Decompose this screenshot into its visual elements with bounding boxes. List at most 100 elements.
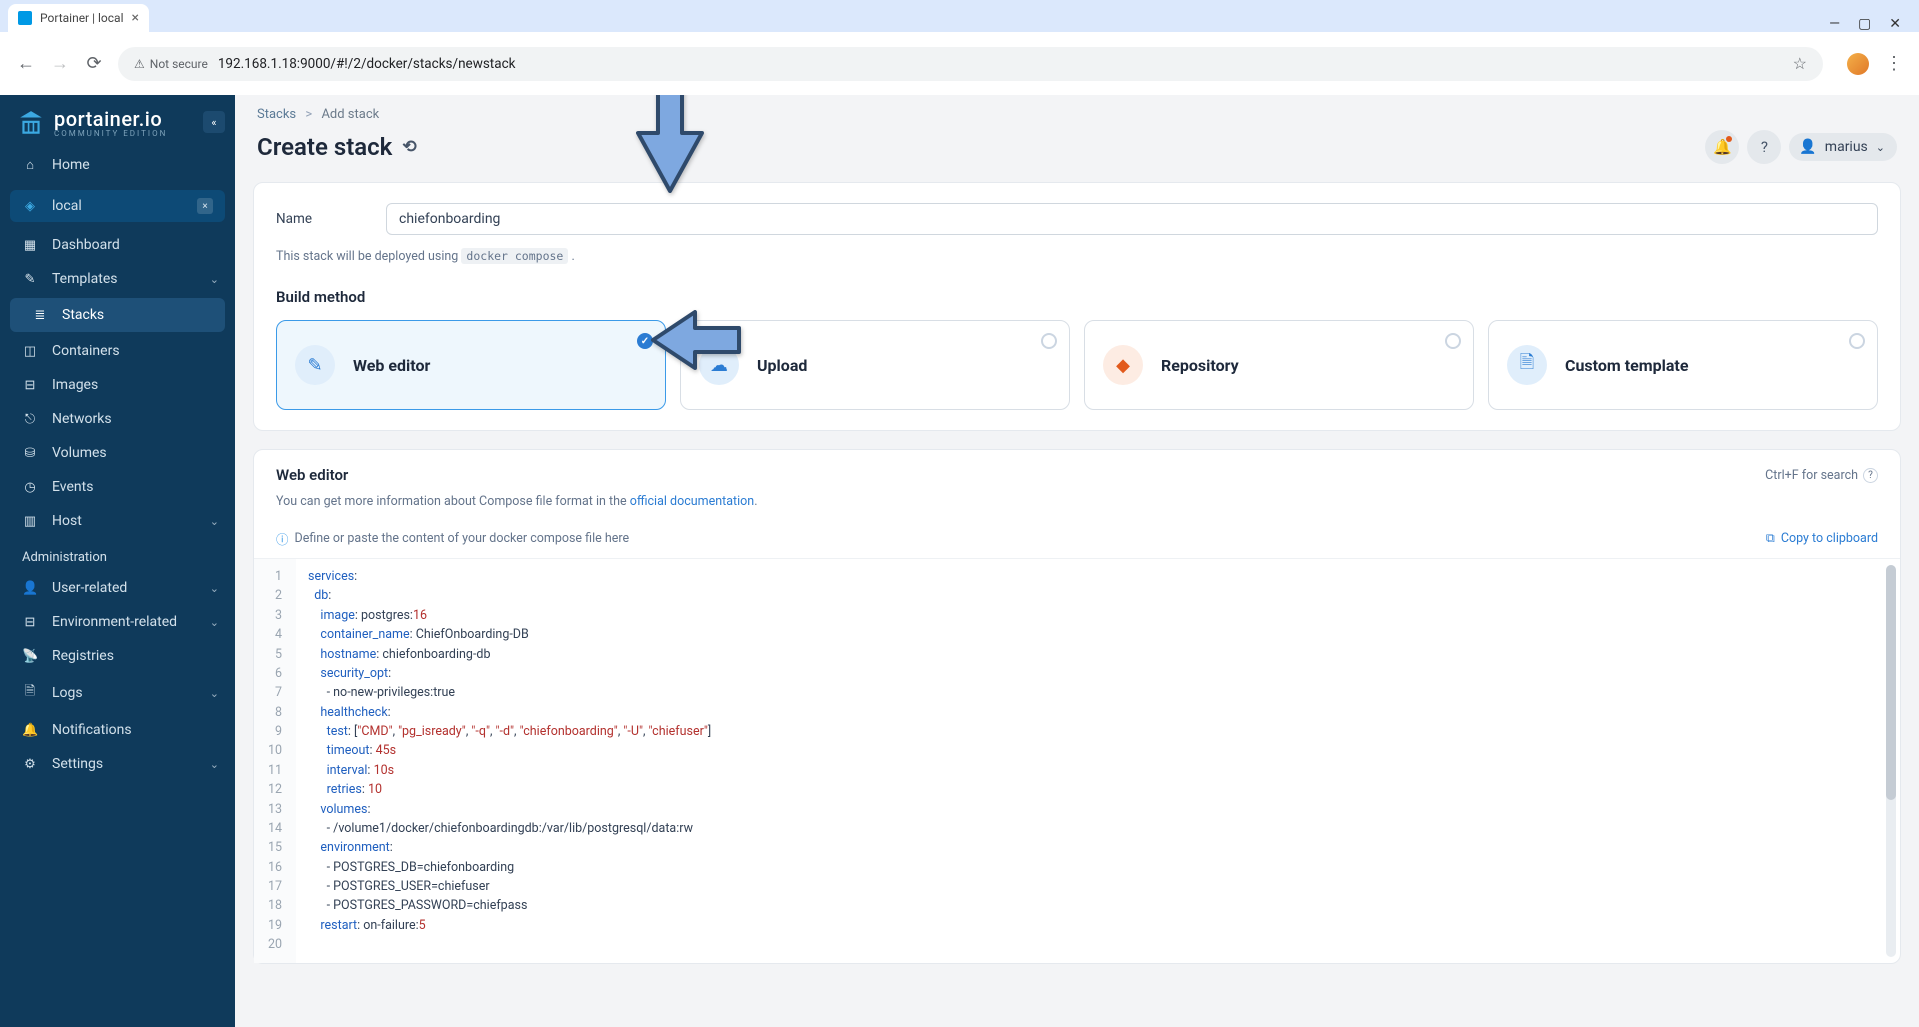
- build-method-grid: ✎ Web editor ☁ Upload ◆ Repository 🗎 Cus…: [276, 320, 1878, 410]
- copy-to-clipboard-button[interactable]: ⧉ Copy to clipboard: [1766, 531, 1878, 546]
- back-button[interactable]: ←: [16, 54, 36, 74]
- user-icon: 👤: [1799, 139, 1816, 155]
- box-icon: ◫: [22, 344, 38, 359]
- close-tab-icon[interactable]: ×: [132, 10, 139, 26]
- gear-icon: ⚙: [22, 757, 38, 772]
- database-icon: ⛁: [22, 446, 38, 461]
- sidebar-header: portainer.io COMMUNITY EDITION «: [0, 95, 235, 148]
- profile-avatar[interactable]: [1847, 53, 1869, 75]
- forward-button[interactable]: →: [50, 54, 70, 74]
- sidebar-item-user-related[interactable]: 👤User-related⌄: [0, 571, 235, 605]
- reload-button[interactable]: ⟳: [84, 54, 104, 74]
- file-icon: 🗎: [22, 682, 38, 704]
- sidebar-item-settings[interactable]: ⚙Settings⌄: [0, 747, 235, 781]
- page-header: Create stack ⟲ 🔔 ? 👤 marius ⌄: [235, 124, 1919, 182]
- sidebar-item-notifications[interactable]: 🔔Notifications: [0, 713, 235, 747]
- editor-placeholder-hint: ⓘ Define or paste the content of your do…: [276, 529, 629, 548]
- whale-icon: ◈: [22, 199, 38, 214]
- warning-icon: ⚠: [134, 57, 145, 71]
- code-body[interactable]: services: db: image: postgres:16 contain…: [296, 559, 1900, 963]
- home-icon: ⌂: [22, 157, 38, 173]
- brand-edition: COMMUNITY EDITION: [54, 129, 167, 138]
- breadcrumb-current: Add stack: [321, 107, 379, 122]
- stack-name-input[interactable]: [386, 203, 1878, 235]
- git-icon: ◆: [1103, 345, 1143, 385]
- close-window-icon[interactable]: ✕: [1889, 16, 1901, 32]
- sidebar-item-stacks[interactable]: ≣Stacks: [10, 298, 225, 332]
- build-method-title: Build method: [276, 288, 1878, 306]
- layers-icon: ≣: [32, 308, 48, 323]
- page-title: Create stack ⟲: [257, 133, 417, 161]
- method-web-editor[interactable]: ✎ Web editor: [276, 320, 666, 410]
- method-custom-template[interactable]: 🗎 Custom template: [1488, 320, 1878, 410]
- chevron-down-icon: ⌄: [210, 616, 219, 629]
- copy-icon: ⧉: [1766, 531, 1775, 546]
- share-icon: ⎋: [22, 412, 38, 427]
- sidebar-environment[interactable]: ◈ local ×: [10, 190, 225, 222]
- browser-chrome: Portainer | local × — ▢ ✕ ← → ⟳ ⚠ Not se…: [0, 0, 1919, 95]
- scrollbar-thumb[interactable]: [1886, 565, 1896, 800]
- main-content: Stacks > Add stack Create stack ⟲ 🔔 ? 👤 …: [235, 95, 1919, 1027]
- docs-link[interactable]: official documentation: [630, 494, 754, 509]
- sidebar-item-images[interactable]: ⊟Images: [0, 368, 235, 402]
- sidebar-item-environment-related[interactable]: ⊟Environment-related⌄: [0, 605, 235, 639]
- tab-title: Portainer | local: [40, 11, 124, 25]
- chevron-down-icon: ⌄: [210, 687, 219, 700]
- close-env-icon[interactable]: ×: [197, 198, 213, 214]
- notifications-button[interactable]: 🔔: [1705, 130, 1739, 164]
- tab-bar: Portainer | local × — ▢ ✕: [0, 0, 1919, 32]
- chrome-menu-icon[interactable]: ⋮: [1885, 53, 1903, 74]
- minimize-icon[interactable]: —: [1829, 16, 1840, 32]
- chevron-down-icon: ⌄: [210, 273, 219, 286]
- radio-icon: [1849, 333, 1865, 349]
- sidebar-item-networks[interactable]: ⎋Networks: [0, 402, 235, 436]
- sidebar-collapse-button[interactable]: «: [203, 111, 225, 133]
- user-menu[interactable]: 👤 marius ⌄: [1789, 133, 1897, 161]
- refresh-icon[interactable]: ⟲: [402, 137, 416, 157]
- help-icon[interactable]: ?: [1863, 468, 1878, 483]
- window-controls: — ▢ ✕: [1829, 8, 1919, 32]
- upload-icon: ☁: [699, 345, 739, 385]
- address-bar[interactable]: ⚠ Not secure 192.168.1.18:9000/#!/2/dock…: [118, 47, 1823, 81]
- name-label: Name: [276, 211, 366, 227]
- sidebar-item-containers[interactable]: ◫Containers: [0, 334, 235, 368]
- clock-icon: ◷: [22, 480, 38, 495]
- portainer-logo-icon: [18, 110, 44, 138]
- sidebar-item-dashboard[interactable]: ▦Dashboard: [0, 228, 235, 262]
- stack-form-card: Name This stack will be deployed using d…: [253, 182, 1901, 431]
- sidebar-item-events[interactable]: ◷Events: [0, 470, 235, 504]
- radio-icon: [1041, 333, 1057, 349]
- address-row: ← → ⟳ ⚠ Not secure 192.168.1.18:9000/#!/…: [0, 32, 1919, 95]
- compose-editor[interactable]: 1234567891011121314151617181920 services…: [254, 558, 1900, 963]
- chevron-down-icon: ⌄: [1876, 141, 1885, 154]
- sidebar-item-home[interactable]: ⌂ Home: [0, 148, 235, 182]
- method-upload[interactable]: ☁ Upload: [680, 320, 1070, 410]
- breadcrumb: Stacks > Add stack: [235, 95, 1919, 124]
- radio-icon: [1445, 333, 1461, 349]
- maximize-icon[interactable]: ▢: [1858, 16, 1871, 32]
- server-icon: ▥: [22, 514, 38, 529]
- bookmark-star-icon[interactable]: ☆: [1793, 54, 1807, 73]
- breadcrumb-root[interactable]: Stacks: [257, 107, 296, 122]
- help-button[interactable]: ?: [1747, 130, 1781, 164]
- method-repository[interactable]: ◆ Repository: [1084, 320, 1474, 410]
- hdd-icon: ⊟: [22, 615, 38, 630]
- radio-icon: 📡: [22, 649, 38, 664]
- edit-icon: ✎: [295, 345, 335, 385]
- browser-tab[interactable]: Portainer | local ×: [8, 4, 149, 32]
- admin-section-label: Administration: [0, 538, 235, 571]
- editor-scrollbar[interactable]: [1886, 565, 1896, 957]
- sidebar-item-logs[interactable]: 🗎Logs⌄: [0, 673, 235, 713]
- brand-name: portainer.io: [54, 109, 167, 129]
- security-chip[interactable]: ⚠ Not secure: [134, 57, 208, 71]
- info-icon: ⓘ: [276, 529, 289, 548]
- sidebar: portainer.io COMMUNITY EDITION « ⌂ Home …: [0, 95, 235, 1027]
- search-hint: Ctrl+F for search ?: [1765, 468, 1878, 483]
- sidebar-item-registries[interactable]: 📡Registries: [0, 639, 235, 673]
- editor-help-text: You can get more information about Compo…: [254, 490, 1900, 523]
- chevron-down-icon: ⌄: [210, 582, 219, 595]
- sidebar-item-host[interactable]: ▥Host⌄: [0, 504, 235, 538]
- chevron-down-icon: ⌄: [210, 515, 219, 528]
- sidebar-item-volumes[interactable]: ⛁Volumes: [0, 436, 235, 470]
- sidebar-item-templates[interactable]: ✎Templates⌄: [0, 262, 235, 296]
